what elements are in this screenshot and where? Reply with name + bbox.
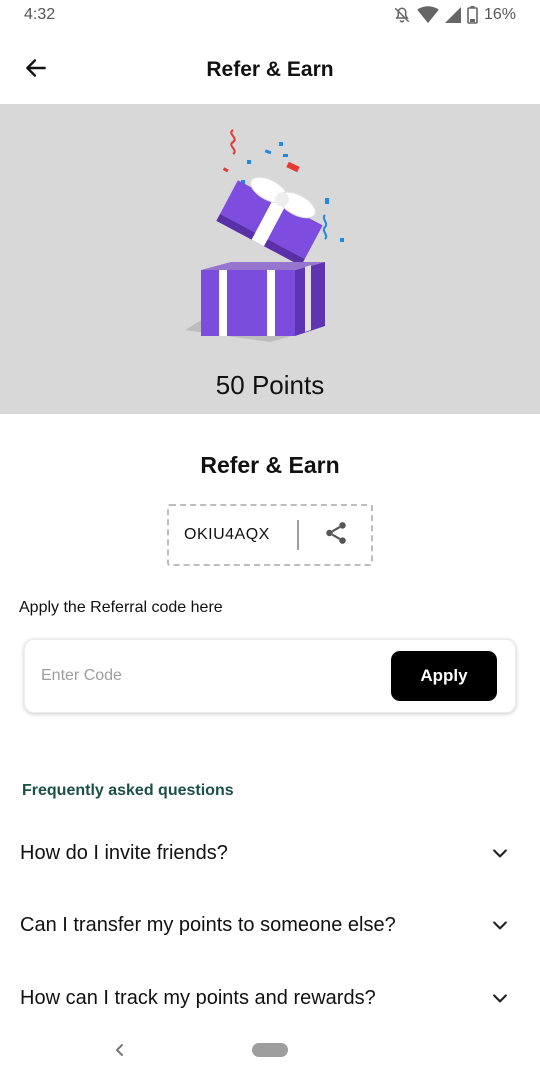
faq-item-transfer-points[interactable]: Can I transfer my points to someone else… bbox=[20, 905, 520, 945]
status-bar: 4:32 16% bbox=[0, 0, 540, 30]
wifi-icon bbox=[417, 6, 439, 24]
share-icon bbox=[323, 520, 349, 551]
referral-input-card: Apply bbox=[24, 639, 516, 713]
points-label: 50 Points bbox=[215, 370, 325, 400]
faq-item-invite-friends[interactable]: How do I invite friends? bbox=[20, 833, 520, 873]
battery-percent: 16% bbox=[483, 6, 516, 23]
code-divider bbox=[297, 520, 299, 550]
faq-item-track-points[interactable]: How can I track my points and rewards? bbox=[20, 978, 520, 1018]
mute-icon bbox=[393, 6, 411, 24]
app-bar: Refer & Earn bbox=[0, 36, 540, 104]
share-button[interactable] bbox=[321, 520, 351, 550]
refer-earn-screen: 4:32 16% Refer & Earn 50 Points Refer & … bbox=[0, 0, 540, 1080]
referral-code-box: OKIU4AQX bbox=[167, 504, 373, 566]
arrow-left-icon bbox=[23, 55, 49, 86]
referral-code-input[interactable] bbox=[41, 658, 371, 694]
system-nav-bar bbox=[0, 1030, 540, 1070]
page-title: Refer & Earn bbox=[206, 58, 334, 81]
apply-code-label: Apply the Referral code here bbox=[19, 599, 223, 616]
faq-question: How do I invite friends? bbox=[20, 841, 228, 864]
gift-box-illustration bbox=[175, 120, 365, 350]
status-time: 4:32 bbox=[24, 6, 56, 23]
referral-section-title: Refer & Earn bbox=[200, 452, 340, 478]
signal-icon bbox=[444, 7, 461, 23]
nav-home-pill[interactable] bbox=[252, 1043, 288, 1057]
faq-heading: Frequently asked questions bbox=[22, 782, 234, 799]
faq-question: Can I transfer my points to someone else… bbox=[20, 913, 396, 936]
chevron-down-icon bbox=[486, 839, 514, 867]
chevron-down-icon bbox=[486, 984, 514, 1012]
chevron-down-icon bbox=[486, 911, 514, 939]
referral-code: OKIU4AQX bbox=[184, 526, 270, 543]
battery-icon bbox=[467, 6, 478, 24]
faq-question: How can I track my points and rewards? bbox=[20, 986, 376, 1009]
back-button[interactable] bbox=[16, 50, 56, 90]
apply-button[interactable]: Apply bbox=[391, 651, 497, 701]
status-icons: 16% bbox=[393, 6, 516, 24]
nav-back-button[interactable] bbox=[108, 1038, 132, 1062]
